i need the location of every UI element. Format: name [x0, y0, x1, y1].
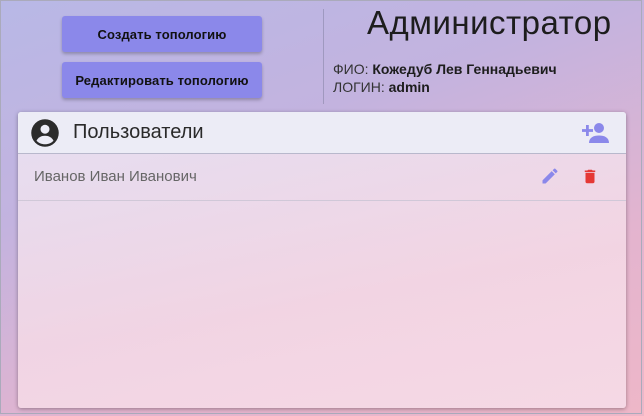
- login-value: admin: [388, 79, 430, 95]
- trash-icon[interactable]: [581, 166, 599, 187]
- pencil-icon[interactable]: [540, 166, 560, 186]
- users-panel: Пользователи Иванов Иван Иванович: [18, 112, 626, 408]
- header-divider: [323, 9, 324, 104]
- add-user-icon[interactable]: [582, 120, 610, 146]
- users-panel-header: Пользователи: [18, 112, 626, 154]
- role-title: Администратор: [367, 4, 612, 41]
- fio-value: Кожедуб Лев Геннадьевич: [372, 61, 557, 77]
- login-label: ЛОГИН:: [333, 79, 389, 95]
- edit-topology-button[interactable]: Редактировать топологию: [62, 62, 262, 98]
- users-panel-title: Пользователи: [73, 121, 204, 143]
- account-circle-icon: [31, 119, 59, 147]
- user-list-item[interactable]: Иванов Иван Иванович: [18, 154, 626, 201]
- user-name: Иванов Иван Иванович: [34, 168, 197, 185]
- login-line: ЛОГИН: admin: [333, 79, 430, 95]
- fio-label: ФИО:: [333, 61, 373, 77]
- fio-line: ФИО: Кожедуб Лев Геннадьевич: [333, 61, 557, 77]
- create-topology-button[interactable]: Создать топологию: [62, 16, 262, 52]
